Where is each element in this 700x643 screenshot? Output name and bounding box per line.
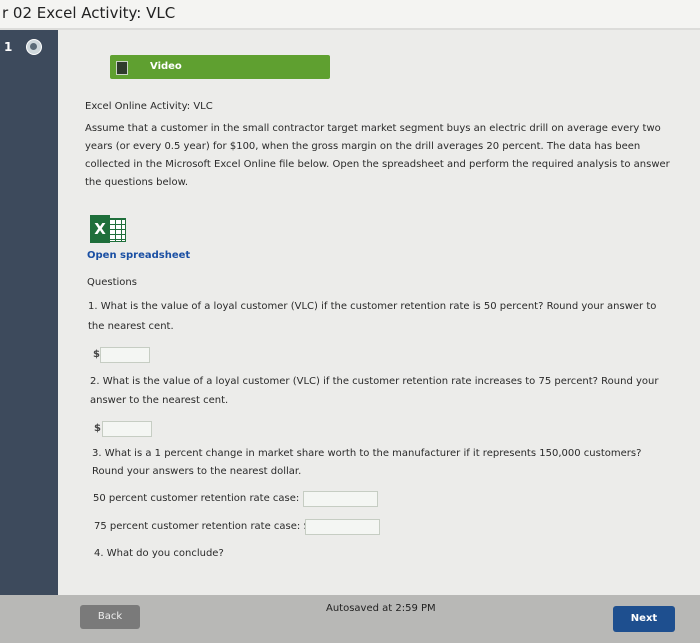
- open-spreadsheet-link[interactable]: Open spreadsheet: [87, 250, 190, 261]
- q4-label: 4. What do you conclude?: [94, 548, 224, 559]
- intro-line-2: years (or every 0.5 year) for $100, when…: [85, 141, 641, 152]
- q1-answer-input[interactable]: [100, 347, 150, 363]
- window-title: r 02 Excel Activity: VLC: [0, 0, 700, 28]
- next-button[interactable]: Next: [613, 606, 675, 632]
- q3-case-50-label: 50 percent customer retention rate case:…: [93, 493, 309, 504]
- q3-case-50-input[interactable]: [303, 491, 378, 507]
- excel-grid-graphic: [108, 218, 126, 242]
- questions-heading: Questions: [87, 277, 137, 288]
- question-content: Video Excel Online Activity: VLC Assume …: [58, 30, 700, 595]
- intro-line-4: the questions below.: [85, 177, 189, 188]
- footer-bar: Back Autosaved at 2:59 PM Next: [0, 595, 700, 643]
- intro-line-1: Assume that a customer in the small cont…: [85, 123, 661, 134]
- q2-answer-input[interactable]: [102, 421, 152, 437]
- q3-case-75-input[interactable]: [305, 519, 380, 535]
- autosave-status: Autosaved at 2:59 PM: [326, 603, 436, 614]
- q3-case-75-label: 75 percent customer retention rate case:…: [94, 521, 310, 532]
- q2-dollar-sign: $: [94, 423, 101, 434]
- q2-line-1: 2. What is the value of a loyal customer…: [90, 376, 659, 387]
- q1-line-2: the nearest cent.: [88, 321, 174, 332]
- question-sidebar: 1: [0, 30, 58, 595]
- video-button[interactable]: Video: [110, 55, 330, 79]
- excel-icon-letter: X: [90, 215, 110, 243]
- video-label: Video: [150, 61, 182, 72]
- film-icon: [116, 61, 128, 75]
- activity-title: Excel Online Activity: VLC: [85, 101, 213, 112]
- question-number[interactable]: 1: [4, 40, 12, 54]
- excel-icon[interactable]: X: [90, 215, 126, 243]
- back-button[interactable]: Back: [80, 605, 140, 629]
- intro-line-3: collected in the Microsoft Excel Online …: [85, 159, 670, 170]
- q1-line-1: 1. What is the value of a loyal customer…: [88, 301, 657, 312]
- q1-dollar-sign: $: [93, 349, 100, 360]
- q3-line-1: 3. What is a 1 percent change in market …: [92, 448, 642, 459]
- q3-line-2: Round your answers to the nearest dollar…: [92, 466, 302, 477]
- q2-line-2: answer to the nearest cent.: [90, 395, 229, 406]
- check-circle-icon: [26, 39, 42, 55]
